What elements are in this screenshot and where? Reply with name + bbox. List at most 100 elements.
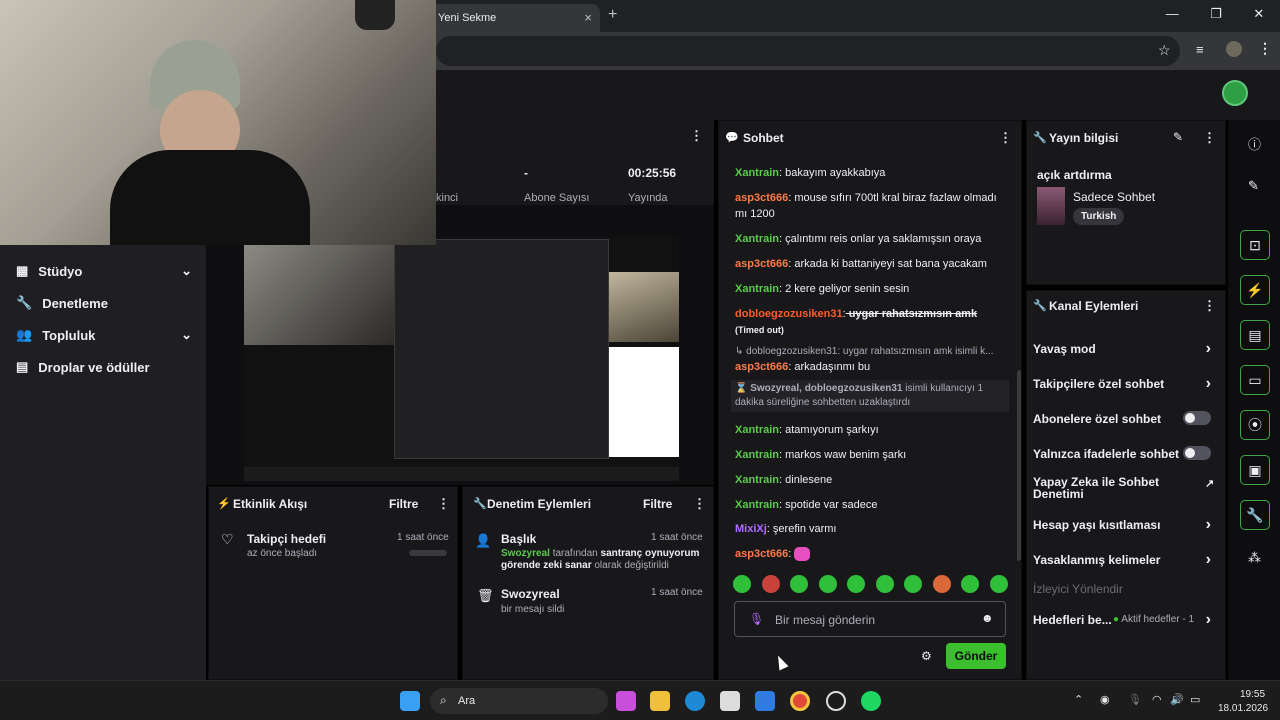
- slow-mode-action[interactable]: Yavaş mod ›: [1033, 340, 1219, 357]
- microphone-icon[interactable]: 🎙: [1128, 693, 1142, 706]
- battery-icon[interactable]: ▭: [1190, 693, 1200, 706]
- omnibox[interactable]: ☆: [436, 36, 1180, 66]
- obs-icon[interactable]: [826, 691, 846, 711]
- subscribers-only-toggle: [1183, 411, 1211, 425]
- tab-close-icon[interactable]: ×: [584, 10, 592, 25]
- wifi-icon[interactable]: ◠: [1152, 693, 1162, 706]
- windows-start-icon[interactable]: [400, 691, 420, 711]
- uptime-value: 00:25:56: [628, 166, 677, 180]
- panel-scrollbar[interactable]: [1018, 370, 1021, 560]
- send-button[interactable]: Gönder: [946, 643, 1006, 669]
- activity-filter-button[interactable]: Filtre: [389, 497, 418, 511]
- minimize-button[interactable]: —: [1166, 6, 1179, 22]
- emote-icon[interactable]: [761, 575, 780, 593]
- blocked-terms-action[interactable]: Yasaklanmış kelimeler ›: [1033, 551, 1219, 568]
- emote-icon[interactable]: [932, 575, 951, 593]
- browser-tab[interactable]: Yeni Sekme ×: [430, 4, 600, 32]
- drops-icon: ▤: [16, 359, 29, 374]
- extensions-icon[interactable]: ⁂: [1248, 550, 1261, 566]
- ai-moderation-action[interactable]: Yapay Zeka ile Sohbet Denetimi ↗: [1033, 476, 1214, 500]
- close-window-button[interactable]: ✕: [1253, 6, 1264, 22]
- search-icon: ⌕: [440, 693, 447, 707]
- edit-pencil-icon[interactable]: ✎: [1173, 130, 1183, 144]
- raid-action[interactable]: İzleyici Yönlendir: [1033, 582, 1219, 596]
- stats-menu-icon[interactable]: ⋮: [690, 128, 703, 144]
- chat-menu-icon[interactable]: ⋮: [999, 130, 1012, 146]
- bookmark-star-icon[interactable]: ☆: [1158, 42, 1171, 59]
- chat-bubble-icon[interactable]: ▭: [1240, 365, 1270, 395]
- subs-value: -: [524, 166, 528, 180]
- emote-icon[interactable]: [790, 575, 809, 593]
- chrome-icon[interactable]: [790, 691, 810, 711]
- chat-settings-icon[interactable]: ⚙: [921, 649, 932, 663]
- profile-avatar[interactable]: [1226, 41, 1242, 57]
- account-age-action[interactable]: Hesap yaşı kısıtlaması ›: [1033, 516, 1219, 533]
- chat-message: Xantrain: çalıntımı reis onlar ya saklam…: [735, 233, 982, 245]
- chat-input[interactable]: 🎙 Bir mesaj gönderin ☻: [734, 601, 1006, 637]
- mod-action2-title[interactable]: Swozyreal: [501, 587, 560, 601]
- mod-action-user[interactable]: Swozyreal: [501, 548, 550, 559]
- emoji-picker-icon[interactable]: ☻: [981, 611, 994, 625]
- emote-icon[interactable]: [818, 575, 837, 593]
- taskbar-search[interactable]: ⌕ Ara: [430, 688, 608, 714]
- chat-message: Xantrain: bakayım ayakkabıya: [735, 167, 886, 179]
- clock-date[interactable]: 18.01.2026: [1218, 703, 1268, 714]
- emote-icon[interactable]: [904, 575, 923, 593]
- channel-actions-menu-icon[interactable]: ⋮: [1203, 298, 1216, 314]
- emote-only-action[interactable]: Yalnızca ifadelerle sohbet: [1033, 446, 1219, 461]
- microphone-icon[interactable]: 🎙: [749, 612, 764, 626]
- notes-icon[interactable]: ▤: [1240, 320, 1270, 350]
- mod-filter-button[interactable]: Filtre: [643, 497, 672, 511]
- media-control-icon[interactable]: ≡: [1196, 42, 1204, 57]
- broadcast-icon[interactable]: ⦿: [1240, 410, 1270, 440]
- volume-icon[interactable]: 🔊: [1170, 693, 1184, 706]
- sidebar-item-community[interactable]: 👥 Topluluk ⌄: [16, 327, 192, 343]
- mail-icon[interactable]: [755, 691, 775, 711]
- emote-icon[interactable]: [961, 575, 980, 593]
- chat-input-placeholder: Bir mesaj gönderin: [775, 613, 876, 627]
- webcam-overlay: [0, 0, 436, 245]
- file-explorer-icon[interactable]: [650, 691, 670, 711]
- copilot-icon[interactable]: [616, 691, 636, 711]
- edit-pencil-icon[interactable]: ✎: [1248, 178, 1259, 194]
- activity-item-sub: az önce başladı: [247, 548, 318, 559]
- emote-icon[interactable]: [847, 575, 866, 593]
- mod-menu-icon[interactable]: ⋮: [693, 496, 706, 512]
- tag-badge[interactable]: Turkish: [1073, 208, 1125, 225]
- bolt-icon[interactable]: ⚡: [1240, 275, 1270, 305]
- clock-time[interactable]: 19:55: [1240, 689, 1265, 700]
- windows-taskbar: ⌕ Ara ⌃ ◉ 🎙 ◠ 🔊 ▭ 19:55 18.01.2026: [0, 680, 1280, 720]
- mod-action-tail: olarak değiştirildi: [591, 560, 669, 571]
- sidebar-item-studio[interactable]: ▦ Stüdyo ⌄: [16, 263, 192, 279]
- followers-only-action[interactable]: Takipçilere özel sohbet ›: [1033, 375, 1219, 392]
- stream-preview-video[interactable]: [244, 237, 679, 481]
- category-name[interactable]: Sadece Sohbet: [1073, 190, 1155, 204]
- maximize-button[interactable]: ❐: [1210, 6, 1222, 22]
- sidebar-item-drops[interactable]: ▤ Droplar ve ödüller: [16, 359, 192, 375]
- sidebar-item-moderation[interactable]: 🔧 Denetleme: [16, 295, 192, 311]
- subscribers-only-action[interactable]: Abonelere özel sohbet: [1033, 411, 1219, 426]
- edge-icon[interactable]: [685, 691, 705, 711]
- spotify-icon[interactable]: [861, 691, 881, 711]
- new-tab-button[interactable]: +: [608, 6, 617, 24]
- stream-info-menu-icon[interactable]: ⋮: [1203, 130, 1216, 146]
- emote-icon[interactable]: [733, 575, 751, 593]
- ad-icon[interactable]: ▣: [1240, 455, 1270, 485]
- chevron-up-icon[interactable]: ⌃: [1074, 693, 1083, 706]
- user-avatar[interactable]: [1222, 80, 1248, 106]
- tray-app-icon[interactable]: ◉: [1100, 693, 1110, 706]
- store-icon[interactable]: [720, 691, 740, 711]
- activity-menu-icon[interactable]: ⋮: [437, 496, 450, 512]
- emote-icon[interactable]: [875, 575, 894, 593]
- activity-title: Etkinlik Akışı: [233, 497, 308, 511]
- chat-mod-notice: ⌛ Swozyreal, dobloegzozusiken31 isimli k…: [731, 380, 1009, 412]
- info-icon[interactable]: ⓘ: [1248, 134, 1261, 153]
- browser-menu-icon[interactable]: ⋮: [1258, 40, 1272, 57]
- activity-feed-panel: ⚡ Etkinlik Akışı Filtre ⋮ ♡ Takipçi hede…: [208, 486, 458, 680]
- wrench-icon[interactable]: 🔧: [1240, 500, 1270, 530]
- emote-icon[interactable]: [989, 575, 1008, 593]
- subs-label: Abone Sayısı: [524, 192, 590, 204]
- chat-message: Xantrain: dinlesene: [735, 474, 833, 486]
- clip-icon[interactable]: ⊡: [1240, 230, 1270, 260]
- goals-action[interactable]: Hedefleri be... ● Aktif hedefler - 1 ›: [1033, 611, 1219, 628]
